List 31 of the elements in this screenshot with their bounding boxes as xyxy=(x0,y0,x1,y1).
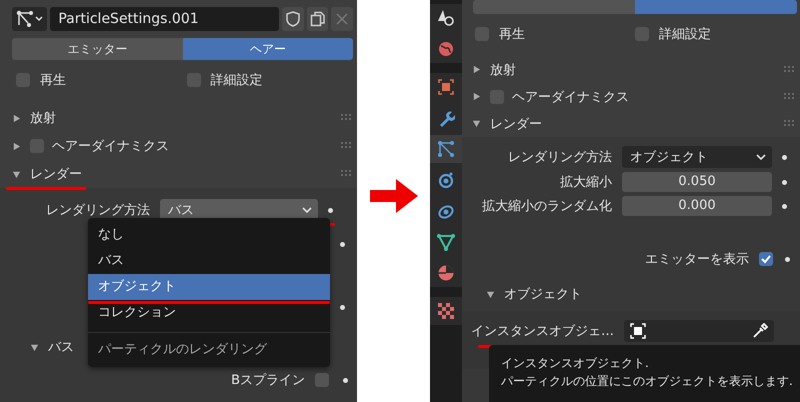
number-field[interactable]: 0.000 xyxy=(622,196,772,216)
menu-item[interactable]: コレクション xyxy=(88,300,330,326)
number-field[interactable]: 0.050 xyxy=(622,172,772,192)
tooltip-text: パーティクルの位置にこのオブジェクトを表示します. xyxy=(501,373,794,390)
section-header[interactable]: ヘアーダイナミクス xyxy=(512,88,776,106)
checkbox-label: Bスプライン xyxy=(230,372,306,389)
checkbox-label: 再生 xyxy=(499,26,525,43)
section-header[interactable]: ヘアーダイナミクス xyxy=(52,137,333,155)
section-header[interactable]: 放射 xyxy=(30,109,333,127)
property-label: レンダリング方法 xyxy=(507,149,613,166)
subsection-header[interactable]: オブジェクト xyxy=(504,285,800,303)
tab[interactable]: エミッター xyxy=(12,38,182,60)
property-label: 拡大縮小のランダム化 xyxy=(481,198,613,215)
checkbox-label: エミッターを表示 xyxy=(645,251,750,268)
checkbox-label: 詳細設定 xyxy=(659,26,711,43)
section-header[interactable]: レンダー xyxy=(30,165,333,183)
menu-item[interactable]: なし xyxy=(88,222,330,248)
property-label: レンダリング方法 xyxy=(45,202,151,219)
property-label: インスタンスオブジェ… xyxy=(470,323,615,340)
section-header[interactable]: 放射 xyxy=(490,60,776,78)
checkbox-label: 再生 xyxy=(40,72,66,89)
name-field[interactable]: ParticleSettings.001 xyxy=(50,7,280,31)
section-header[interactable]: レンダー xyxy=(490,114,776,132)
menu-title: パーティクルのレンダリング xyxy=(97,341,268,359)
tooltip-text: インスタンスオブジェクト. xyxy=(501,355,650,372)
render-method-dropdown[interactable]: オブジェクト xyxy=(622,146,772,168)
tab[interactable]: ヘアー xyxy=(182,38,353,60)
property-label: 拡大縮小 xyxy=(559,174,613,191)
menu-item[interactable]: バス xyxy=(88,248,330,274)
checkbox-label: 詳細設定 xyxy=(210,72,262,89)
menu-item[interactable]: オブジェクト xyxy=(88,274,330,300)
